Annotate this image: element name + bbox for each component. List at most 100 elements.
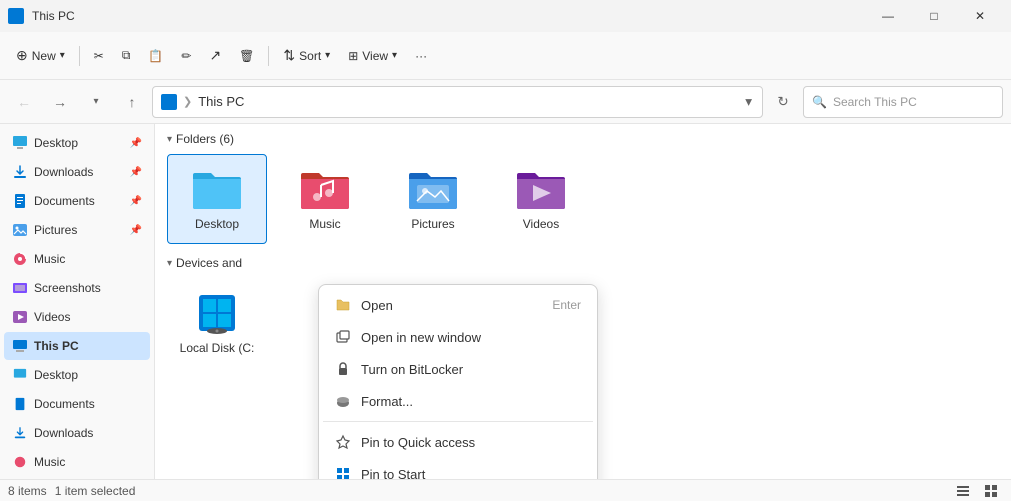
folder-name-desktop: Desktop: [195, 217, 239, 231]
address-bar: ← → ▾ ↑ ❯ This PC ▾ ↻ 🔍 Search This PC: [0, 80, 1011, 124]
sidebar-item-downloads-pc[interactable]: Downloads: [4, 419, 150, 447]
folder-item-music[interactable]: Music: [275, 154, 375, 244]
sidebar-item-desktop-quick[interactable]: Desktop 📌: [4, 129, 150, 157]
music-pc-icon: [12, 454, 28, 470]
folder-icon-videos: [515, 167, 567, 211]
ctx-open-icon: [335, 297, 351, 313]
recent-button[interactable]: ▾: [80, 86, 112, 118]
view-button[interactable]: ⊞ View ▾: [340, 38, 405, 74]
list-view-button[interactable]: [951, 481, 975, 501]
paste-icon: 📋: [148, 49, 163, 63]
ctx-item-pin-start[interactable]: Pin to Start: [323, 458, 593, 479]
grid-view-button[interactable]: [979, 481, 1003, 501]
ctx-format-icon: [335, 393, 351, 409]
more-button[interactable]: ···: [407, 38, 435, 74]
sidebar-item-pictures-pc[interactable]: Pictures: [4, 477, 150, 479]
folders-section-header: ▾ Folders (6): [155, 124, 1011, 150]
refresh-button[interactable]: ↻: [767, 86, 799, 118]
rename-button[interactable]: ✏: [173, 38, 199, 74]
folder-item-videos[interactable]: Videos: [491, 154, 591, 244]
ctx-open-shortcut: Enter: [552, 298, 581, 312]
pin-icon-desktop: 📌: [130, 138, 142, 149]
app-icon: [8, 8, 24, 24]
address-box[interactable]: ❯ This PC ▾: [152, 86, 763, 118]
sidebar-label-music-pc: Music: [34, 455, 142, 469]
back-button[interactable]: ←: [8, 86, 40, 118]
ctx-bitlocker-icon: [335, 361, 351, 377]
ctx-open-new-label: Open in new window: [361, 330, 581, 345]
folder-item-pictures[interactable]: Pictures: [383, 154, 483, 244]
rename-icon: ✏: [181, 49, 191, 63]
sidebar-item-documents-quick[interactable]: Documents 📌: [4, 187, 150, 215]
folder-icon-desktop: [191, 167, 243, 211]
screenshots-icon-quick: [12, 280, 28, 296]
sidebar-label-documents-quick: Documents: [34, 194, 124, 208]
documents-icon-quick: [12, 193, 28, 209]
sidebar-item-documents-pc[interactable]: Documents: [4, 390, 150, 418]
cut-button[interactable]: ✂: [86, 38, 112, 74]
view-icon: ⊞: [348, 49, 358, 63]
ctx-pin-start-label: Pin to Start: [361, 467, 581, 480]
toolbar: ⊕ New ▾ ✂ ⧉ 📋 ✏ ↗ 🗑 ⇅ Sort ▾ ⊞ View ▾ ··…: [0, 32, 1011, 80]
downloads-pc-icon: [12, 425, 28, 441]
new-button[interactable]: ⊕ New ▾: [8, 38, 73, 74]
new-label: New: [32, 49, 56, 63]
ctx-pin-quick-icon: [335, 434, 351, 450]
new-icon: ⊕: [16, 47, 28, 64]
ctx-item-format[interactable]: Format...: [323, 385, 593, 417]
delete-icon: 🗑: [239, 49, 254, 63]
folder-name-pictures: Pictures: [411, 217, 454, 231]
folders-chevron-icon: ▾: [167, 134, 172, 145]
desktop-icon: [12, 135, 28, 151]
this-pc-icon: [12, 338, 28, 354]
copy-icon: ⧉: [122, 48, 131, 63]
pin-icon-downloads: 📌: [130, 167, 142, 178]
sidebar-label-pictures-quick: Pictures: [34, 223, 124, 237]
sidebar-item-videos-quick[interactable]: Videos: [4, 303, 150, 331]
copy-button[interactable]: ⧉: [114, 38, 139, 74]
view-label: View: [362, 49, 388, 63]
up-button[interactable]: ↑: [116, 86, 148, 118]
sidebar-item-screenshots-quick[interactable]: Screenshots: [4, 274, 150, 302]
minimize-button[interactable]: —: [865, 0, 911, 32]
sidebar-item-this-pc[interactable]: This PC: [4, 332, 150, 360]
ctx-item-bitlocker[interactable]: Turn on BitLocker: [323, 353, 593, 385]
sidebar-label-this-pc: This PC: [34, 339, 142, 353]
sidebar-item-music-pc[interactable]: Music: [4, 448, 150, 476]
sort-chevron-icon: ▾: [325, 50, 330, 61]
ctx-pin-start-icon: [335, 466, 351, 479]
context-menu: Open Enter Open in new window Turn on Bi…: [318, 284, 598, 479]
device-item-local-disk[interactable]: Local Disk (C:: [167, 278, 267, 368]
folder-icon-pictures: [407, 167, 459, 211]
sort-button[interactable]: ⇅ Sort ▾: [275, 38, 338, 74]
selection-info: 1 item selected: [55, 484, 136, 498]
sidebar-item-desktop-pc[interactable]: Desktop: [4, 361, 150, 389]
videos-icon-quick: [12, 309, 28, 325]
pin-icon-documents: 📌: [130, 196, 142, 207]
desktop-pc-icon: [12, 367, 28, 383]
address-dropdown-button[interactable]: ▾: [743, 92, 754, 112]
toolbar-divider-2: [268, 46, 269, 66]
maximize-button[interactable]: □: [911, 0, 957, 32]
sidebar-label-screenshots-quick: Screenshots: [34, 281, 142, 295]
forward-button[interactable]: →: [44, 86, 76, 118]
title-bar-text: This PC: [32, 9, 857, 23]
folder-item-desktop[interactable]: Desktop: [167, 154, 267, 244]
ctx-bitlocker-label: Turn on BitLocker: [361, 362, 581, 377]
share-button[interactable]: ↗: [201, 38, 229, 74]
devices-section-header: ▾ Devices and: [155, 248, 1011, 274]
paste-button[interactable]: 📋: [140, 38, 171, 74]
ctx-item-pin-quick[interactable]: Pin to Quick access: [323, 426, 593, 458]
file-content: ▾ Folders (6) Desktop: [155, 124, 1011, 479]
downloads-icon-quick: [12, 164, 28, 180]
main-area: Desktop 📌 Downloads 📌 Documents 📌 Pictur…: [0, 124, 1011, 479]
address-separator: ❯: [183, 95, 192, 108]
ctx-item-open[interactable]: Open Enter: [323, 289, 593, 321]
search-box[interactable]: 🔍 Search This PC: [803, 86, 1003, 118]
sidebar-item-downloads-quick[interactable]: Downloads 📌: [4, 158, 150, 186]
close-button[interactable]: ✕: [957, 0, 1003, 32]
ctx-item-open-new-window[interactable]: Open in new window: [323, 321, 593, 353]
sidebar-item-pictures-quick[interactable]: Pictures 📌: [4, 216, 150, 244]
delete-button[interactable]: 🗑: [231, 38, 262, 74]
sidebar-item-music-quick[interactable]: Music: [4, 245, 150, 273]
